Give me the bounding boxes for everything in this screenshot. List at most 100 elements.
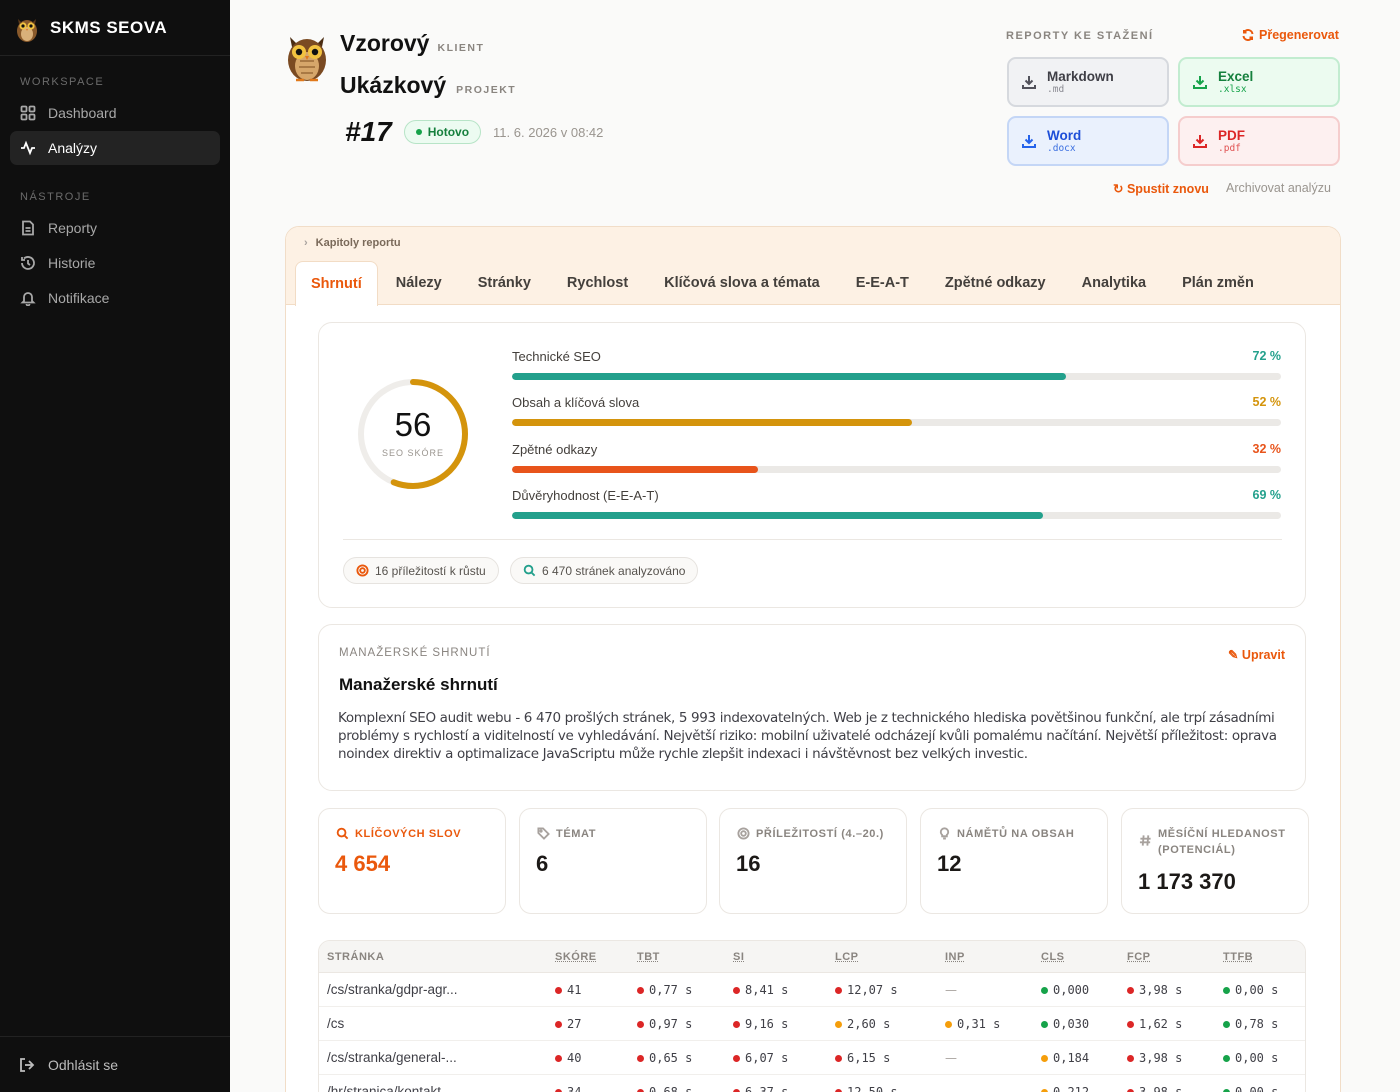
brand[interactable]: SKMS SEOVA bbox=[0, 0, 230, 56]
category-pct: 52 % bbox=[1252, 395, 1282, 409]
brand-name: SKMS SEOVA bbox=[50, 17, 168, 37]
metric-cell: 40 bbox=[555, 1051, 581, 1065]
category-label: Technické SEO bbox=[512, 349, 601, 364]
report-tabs: Shrnutí Nálezy Stránky Rychlost Klíčová … bbox=[295, 261, 1272, 306]
download-pdf-button[interactable]: PDF .pdf bbox=[1178, 116, 1340, 166]
sidebar-item-reporty[interactable]: Reporty bbox=[10, 211, 220, 245]
tab-eeat[interactable]: E-E-A-T bbox=[838, 261, 927, 305]
regenerate-button[interactable]: Přegenerovat bbox=[1242, 28, 1339, 42]
table-body: /cs/stranka/gdpr-agr... 41 0,77 s 8,41 s 12,… bbox=[319, 973, 1305, 1092]
category-bar bbox=[512, 373, 1281, 380]
download-label: Excel bbox=[1218, 68, 1254, 84]
column-header[interactable]: TTFB bbox=[1223, 951, 1253, 963]
table-row[interactable]: /cs 27 0,97 s 9,16 s 2,60 s 0,31 s 0,030 1,62 s… bbox=[319, 1007, 1305, 1041]
status-dot-icon bbox=[1041, 1088, 1048, 1092]
sidebar-item-label: Analýzy bbox=[48, 140, 98, 156]
tab-nalezy[interactable]: Nálezy bbox=[378, 261, 460, 305]
tab-shrnuti[interactable]: Shrnutí bbox=[295, 261, 378, 306]
download-label: Markdown bbox=[1047, 68, 1114, 84]
opportunities-chip[interactable]: 16 příležitostí k růstu bbox=[343, 557, 499, 584]
pages-analyzed-chip[interactable]: 6 470 stránek analyzováno bbox=[510, 557, 699, 584]
metric-value: 3,98 s bbox=[1139, 983, 1183, 997]
pencil-icon: ✎ bbox=[1227, 648, 1239, 662]
search-icon bbox=[336, 827, 349, 840]
metric-cell: 0,00 s bbox=[1223, 983, 1278, 997]
download-markdown-button[interactable]: Markdown .md bbox=[1007, 57, 1169, 107]
chapters-toggle[interactable]: › Kapitoly reportu bbox=[304, 237, 401, 249]
chapters-label: Kapitoly reportu bbox=[315, 237, 401, 249]
column-header[interactable]: INP bbox=[945, 951, 965, 963]
status-dot-icon bbox=[1041, 1020, 1048, 1028]
page-url-link[interactable]: /cs/stranka/general-... bbox=[327, 1050, 457, 1065]
status-dot-icon bbox=[637, 1054, 644, 1062]
chevron-right-icon: › bbox=[304, 237, 308, 249]
category-bar-fill bbox=[512, 466, 759, 473]
score-category: Důvěryhodnost (E-E-A-T) 69 % bbox=[512, 488, 1281, 519]
status-dot-icon bbox=[555, 1088, 562, 1092]
column-header[interactable]: TBT bbox=[637, 951, 660, 963]
stat-card-monthly-volume: MĚSÍČNÍ HLEDANOST (POTENCIÁL) 1 173 370 bbox=[1121, 808, 1309, 914]
metric-value: 0,030 bbox=[1053, 1017, 1090, 1031]
metric-cell: 3,98 s bbox=[1127, 1085, 1182, 1092]
tab-plan-zmen[interactable]: Plán změn bbox=[1164, 261, 1272, 305]
status-dot-icon bbox=[835, 986, 842, 994]
edit-label: Upravit bbox=[1241, 648, 1285, 662]
sidebar-item-analyzy[interactable]: Analýzy bbox=[10, 131, 220, 165]
table-row[interactable]: /cs/stranka/general-... 40 0,65 s 6,07 s 6,1… bbox=[319, 1041, 1305, 1075]
sidebar-item-label: Historie bbox=[48, 255, 96, 271]
stat-value: 1 173 370 bbox=[1138, 869, 1236, 894]
status-dot-icon bbox=[637, 1088, 644, 1092]
status-dot-icon bbox=[1223, 986, 1230, 994]
tab-klicova-slova[interactable]: Klíčová slova a témata bbox=[646, 261, 838, 305]
metric-cell: — bbox=[945, 983, 957, 997]
score-category: Zpětné odkazy 32 % bbox=[512, 442, 1281, 473]
archive-button[interactable]: Archivovat analýzu bbox=[1226, 181, 1331, 195]
rerun-icon: ↻ bbox=[1113, 182, 1124, 196]
metric-value: 0,97 s bbox=[649, 1017, 693, 1031]
page-url-link[interactable]: /hr/stranica/kontakt bbox=[327, 1084, 441, 1092]
project-tag: PROJEKT bbox=[456, 84, 517, 96]
score-value: 56 bbox=[395, 406, 432, 443]
sidebar-item-historie[interactable]: Historie bbox=[10, 246, 220, 280]
column-header[interactable]: LCP bbox=[835, 951, 859, 963]
metric-value: 0,00 s bbox=[1235, 1051, 1279, 1065]
download-word-button[interactable]: Word .docx bbox=[1007, 116, 1169, 166]
client-name: Vzorový bbox=[340, 30, 430, 56]
column-header[interactable]: SI bbox=[733, 951, 744, 963]
tab-rychlost[interactable]: Rychlost bbox=[549, 261, 646, 305]
metric-value: 12,07 s bbox=[847, 983, 898, 997]
category-bar-fill bbox=[512, 419, 912, 426]
logout-label: Odhlásit se bbox=[48, 1056, 119, 1073]
table-row[interactable]: /hr/stranica/kontakt 34 0,68 s 6,37 s 12,50 … bbox=[319, 1075, 1305, 1092]
download-excel-button[interactable]: Excel .xlsx bbox=[1178, 57, 1340, 107]
column-header[interactable]: CLS bbox=[1041, 951, 1065, 963]
metric-value: 0,00 s bbox=[1235, 1085, 1279, 1092]
category-label: Důvěryhodnost (E-E-A-T) bbox=[512, 488, 659, 503]
summary-text: Komplexní SEO audit webu - 6 470 prošlýc… bbox=[338, 710, 1277, 762]
edit-summary-button[interactable]: ✎ Upravit bbox=[1228, 647, 1285, 662]
status-dot-icon bbox=[945, 1020, 952, 1028]
metric-cell: — bbox=[945, 1085, 957, 1092]
logout-button[interactable]: Odhlásit se bbox=[0, 1036, 230, 1092]
grid-icon bbox=[20, 105, 36, 121]
column-header: STRÁNKA bbox=[327, 951, 385, 963]
score-card: 56 SEO SKÓRE Technické SEO 72 % Obsah a k… bbox=[318, 322, 1306, 608]
page-url-link[interactable]: /cs bbox=[327, 1016, 344, 1031]
stat-value: 6 bbox=[536, 851, 549, 876]
table-row[interactable]: /cs/stranka/gdpr-agr... 41 0,77 s 8,41 s 12,… bbox=[319, 973, 1305, 1007]
metric-value: 12,50 s bbox=[847, 1085, 898, 1092]
status-dot-icon bbox=[637, 986, 644, 994]
stat-label: MĚSÍČNÍ HLEDANOST (POTENCIÁL) bbox=[1139, 826, 1298, 858]
tab-analytika[interactable]: Analytika bbox=[1064, 261, 1164, 305]
metric-cell: 0,68 s bbox=[637, 1085, 692, 1092]
column-header[interactable]: FCP bbox=[1127, 951, 1151, 963]
tab-zpetne-odkazy[interactable]: Zpětné odkazy bbox=[927, 261, 1064, 305]
tab-stranky[interactable]: Stránky bbox=[460, 261, 549, 305]
metric-value: 3,98 s bbox=[1139, 1085, 1183, 1092]
page-url-link[interactable]: /cs/stranka/gdpr-agr... bbox=[327, 982, 458, 997]
score-category: Technické SEO 72 % bbox=[512, 349, 1281, 380]
sidebar-item-notifikace[interactable]: Notifikace bbox=[10, 281, 220, 315]
sidebar-item-dashboard[interactable]: Dashboard bbox=[10, 96, 220, 130]
rerun-button[interactable]: ↻ Spustit znovu bbox=[1113, 181, 1209, 196]
column-header[interactable]: SKÓRE bbox=[555, 951, 597, 963]
